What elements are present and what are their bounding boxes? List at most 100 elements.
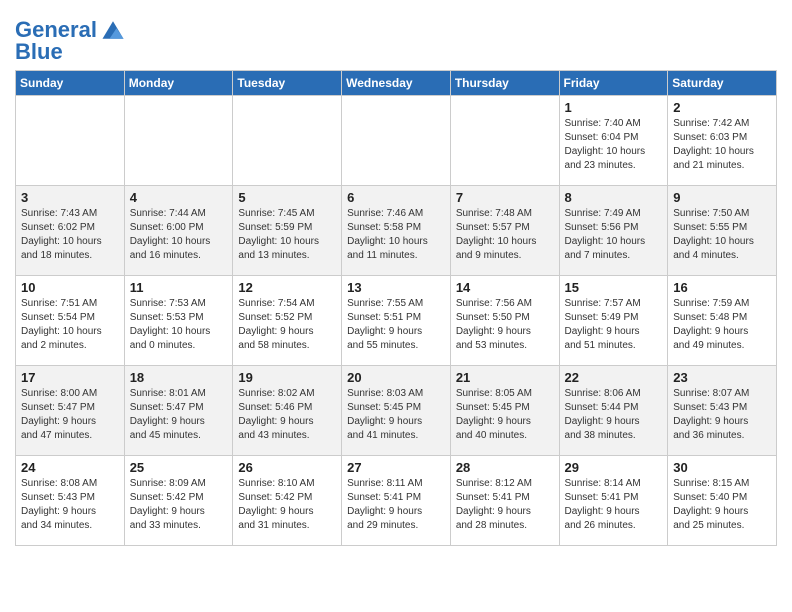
calendar-cell: 27Sunrise: 8:11 AM Sunset: 5:41 PM Dayli…	[342, 456, 451, 546]
day-number: 11	[130, 280, 228, 295]
weekday-header: Sunday	[16, 71, 125, 96]
calendar-cell: 21 Sunrise: 8:05 AM Sunset: 5:45 PM Dayli…	[450, 366, 559, 456]
day-number: 20	[347, 370, 445, 385]
calendar-cell	[233, 96, 342, 186]
calendar-cell: 20 Sunrise: 8:03 AM Sunset: 5:45 PM Dayli…	[342, 366, 451, 456]
calendar-cell: 5 Sunrise: 7:45 AM Sunset: 5:59 PM Daylig…	[233, 186, 342, 276]
day-number: 12	[238, 280, 336, 295]
calendar-cell: 13 Sunrise: 7:55 AM Sunset: 5:51 PM Dayli…	[342, 276, 451, 366]
calendar-week-row: 24 Sunrise: 8:08 AM Sunset: 5:43 PM Dayli…	[16, 456, 777, 546]
weekday-header: Friday	[559, 71, 668, 96]
day-number: 22	[565, 370, 663, 385]
cell-info: Sunrise: 8:02 AM Sunset: 5:46 PM Dayligh…	[238, 387, 336, 443]
calendar-cell	[124, 96, 233, 186]
calendar-cell: 23 Sunrise: 8:07 AM Sunset: 5:43 PM Dayli…	[668, 366, 777, 456]
calendar-table: SundayMondayTuesdayWednesdayThursdayFrid…	[15, 70, 777, 546]
calendar-cell: 10Sunrise: 7:51 AM Sunset: 5:54 PM Dayli…	[16, 276, 125, 366]
cell-info: Sunrise: 7:45 AM Sunset: 5:59 PM Dayligh…	[238, 207, 336, 263]
cell-info: Sunrise: 8:06 AM Sunset: 5:44 PM Dayligh…	[565, 387, 663, 443]
day-number: 13	[347, 280, 445, 295]
cell-info: Sunrise: 7:44 AM Sunset: 6:00 PM Dayligh…	[130, 207, 228, 263]
day-number: 15	[565, 280, 663, 295]
day-number: 2	[673, 100, 771, 115]
calendar-cell	[450, 96, 559, 186]
calendar-cell: 22 Sunrise: 8:06 AM Sunset: 5:44 PM Dayli…	[559, 366, 668, 456]
day-number: 19	[238, 370, 336, 385]
calendar-cell: 25Sunrise: 8:09 AM Sunset: 5:42 PM Dayli…	[124, 456, 233, 546]
calendar-cell: 6 Sunrise: 7:46 AM Sunset: 5:58 PM Daylig…	[342, 186, 451, 276]
calendar-cell: 19 Sunrise: 8:02 AM Sunset: 5:46 PM Dayli…	[233, 366, 342, 456]
day-number: 1	[565, 100, 663, 115]
day-number: 28	[456, 460, 554, 475]
calendar-cell: 11 Sunrise: 7:53 AM Sunset: 5:53 PM Dayli…	[124, 276, 233, 366]
cell-info: Sunrise: 8:07 AM Sunset: 5:43 PM Dayligh…	[673, 387, 771, 443]
day-number: 8	[565, 190, 663, 205]
calendar-cell: 2 Sunrise: 7:42 AM Sunset: 6:03 PM Daylig…	[668, 96, 777, 186]
weekday-header: Monday	[124, 71, 233, 96]
calendar-cell: 4 Sunrise: 7:44 AM Sunset: 6:00 PM Daylig…	[124, 186, 233, 276]
calendar-cell: 7 Sunrise: 7:48 AM Sunset: 5:57 PM Daylig…	[450, 186, 559, 276]
calendar-cell: 1 Sunrise: 7:40 AM Sunset: 6:04 PM Daylig…	[559, 96, 668, 186]
day-number: 30	[673, 460, 771, 475]
logo: General Blue	[15, 16, 127, 64]
cell-info: Sunrise: 8:14 AM Sunset: 5:41 PM Dayligh…	[565, 477, 663, 533]
day-number: 16	[673, 280, 771, 295]
header: General Blue	[15, 10, 777, 64]
cell-info: Sunrise: 8:15 AM Sunset: 5:40 PM Dayligh…	[673, 477, 771, 533]
calendar-cell: 3 Sunrise: 7:43 AM Sunset: 6:02 PM Daylig…	[16, 186, 125, 276]
cell-info: Sunrise: 8:01 AM Sunset: 5:47 PM Dayligh…	[130, 387, 228, 443]
weekday-header: Saturday	[668, 71, 777, 96]
calendar-cell	[342, 96, 451, 186]
calendar-week-row: 1 Sunrise: 7:40 AM Sunset: 6:04 PM Daylig…	[16, 96, 777, 186]
day-number: 17	[21, 370, 119, 385]
calendar-cell: 8 Sunrise: 7:49 AM Sunset: 5:56 PM Daylig…	[559, 186, 668, 276]
calendar-cell: 30 Sunrise: 8:15 AM Sunset: 5:40 PM Dayli…	[668, 456, 777, 546]
cell-info: Sunrise: 7:50 AM Sunset: 5:55 PM Dayligh…	[673, 207, 771, 263]
day-number: 3	[21, 190, 119, 205]
logo-icon	[99, 16, 127, 44]
calendar-cell: 18 Sunrise: 8:01 AM Sunset: 5:47 PM Dayli…	[124, 366, 233, 456]
calendar-cell: 15 Sunrise: 7:57 AM Sunset: 5:49 PM Dayli…	[559, 276, 668, 366]
calendar-cell	[16, 96, 125, 186]
cell-info: Sunrise: 7:56 AM Sunset: 5:50 PM Dayligh…	[456, 297, 554, 353]
cell-info: Sunrise: 7:53 AM Sunset: 5:53 PM Dayligh…	[130, 297, 228, 353]
day-number: 6	[347, 190, 445, 205]
cell-info: Sunrise: 7:48 AM Sunset: 5:57 PM Dayligh…	[456, 207, 554, 263]
calendar-cell: 26 Sunrise: 8:10 AM Sunset: 5:42 PM Dayli…	[233, 456, 342, 546]
calendar-cell: 17Sunrise: 8:00 AM Sunset: 5:47 PM Dayli…	[16, 366, 125, 456]
cell-info: Sunrise: 7:55 AM Sunset: 5:51 PM Dayligh…	[347, 297, 445, 353]
cell-info: Sunrise: 7:43 AM Sunset: 6:02 PM Dayligh…	[21, 207, 119, 263]
cell-info: Sunrise: 7:46 AM Sunset: 5:58 PM Dayligh…	[347, 207, 445, 263]
calendar-cell: 14 Sunrise: 7:56 AM Sunset: 5:50 PM Dayli…	[450, 276, 559, 366]
cell-info: Sunrise: 8:10 AM Sunset: 5:42 PM Dayligh…	[238, 477, 336, 533]
day-number: 23	[673, 370, 771, 385]
calendar-week-row: 17Sunrise: 8:00 AM Sunset: 5:47 PM Dayli…	[16, 366, 777, 456]
cell-info: Sunrise: 7:49 AM Sunset: 5:56 PM Dayligh…	[565, 207, 663, 263]
cell-info: Sunrise: 8:11 AM Sunset: 5:41 PM Dayligh…	[347, 477, 445, 533]
cell-info: Sunrise: 8:08 AM Sunset: 5:43 PM Dayligh…	[21, 477, 119, 533]
day-number: 7	[456, 190, 554, 205]
cell-info: Sunrise: 8:05 AM Sunset: 5:45 PM Dayligh…	[456, 387, 554, 443]
cell-info: Sunrise: 7:59 AM Sunset: 5:48 PM Dayligh…	[673, 297, 771, 353]
day-number: 26	[238, 460, 336, 475]
calendar-week-row: 10Sunrise: 7:51 AM Sunset: 5:54 PM Dayli…	[16, 276, 777, 366]
day-number: 14	[456, 280, 554, 295]
weekday-header: Tuesday	[233, 71, 342, 96]
cell-info: Sunrise: 7:57 AM Sunset: 5:49 PM Dayligh…	[565, 297, 663, 353]
cell-info: Sunrise: 8:03 AM Sunset: 5:45 PM Dayligh…	[347, 387, 445, 443]
calendar-cell: 29Sunrise: 8:14 AM Sunset: 5:41 PM Dayli…	[559, 456, 668, 546]
cell-info: Sunrise: 7:40 AM Sunset: 6:04 PM Dayligh…	[565, 117, 663, 173]
day-number: 24	[21, 460, 119, 475]
day-number: 4	[130, 190, 228, 205]
calendar-cell: 16 Sunrise: 7:59 AM Sunset: 5:48 PM Dayli…	[668, 276, 777, 366]
day-number: 21	[456, 370, 554, 385]
cell-info: Sunrise: 8:09 AM Sunset: 5:42 PM Dayligh…	[130, 477, 228, 533]
calendar-header-row: SundayMondayTuesdayWednesdayThursdayFrid…	[16, 71, 777, 96]
cell-info: Sunrise: 7:54 AM Sunset: 5:52 PM Dayligh…	[238, 297, 336, 353]
calendar-cell: 12 Sunrise: 7:54 AM Sunset: 5:52 PM Dayli…	[233, 276, 342, 366]
day-number: 18	[130, 370, 228, 385]
day-number: 5	[238, 190, 336, 205]
weekday-header: Wednesday	[342, 71, 451, 96]
cell-info: Sunrise: 8:12 AM Sunset: 5:41 PM Dayligh…	[456, 477, 554, 533]
cell-info: Sunrise: 7:42 AM Sunset: 6:03 PM Dayligh…	[673, 117, 771, 173]
